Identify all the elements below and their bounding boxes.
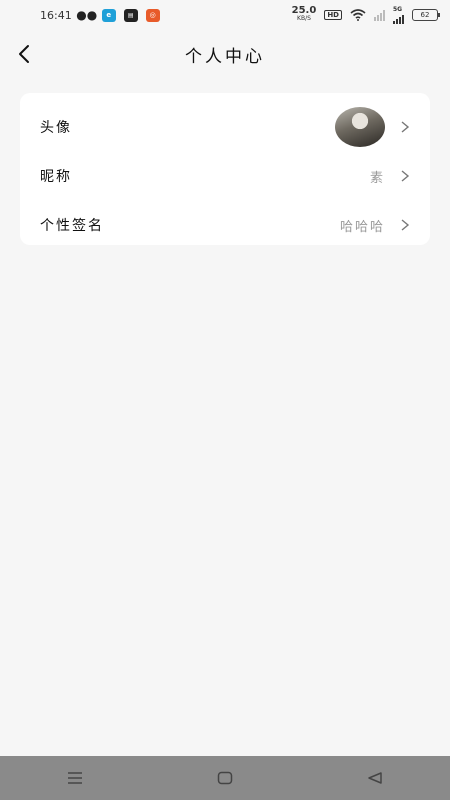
profile-card: 头像 昵称 素 个性签名 哈哈哈 bbox=[20, 93, 430, 245]
nickname-value: 素 bbox=[369, 170, 385, 186]
signature-label: 个性签名 bbox=[40, 218, 104, 234]
status-right: 25.0 KB/S HD 5G 62 bbox=[291, 5, 440, 24]
menu-icon bbox=[68, 772, 82, 784]
back-nav-button[interactable] bbox=[355, 763, 395, 793]
wechat-icon: ●● bbox=[76, 8, 98, 22]
nickname-label: 昵称 bbox=[40, 169, 72, 185]
battery-level: 62 bbox=[420, 11, 430, 19]
nickname-row[interactable]: 昵称 素 bbox=[20, 152, 430, 200]
status-left: 16:41 ●● e ▤ ◎ bbox=[40, 8, 160, 22]
status-bar: 16:41 ●● e ▤ ◎ 25.0 KB/S HD 5G 62 bbox=[0, 0, 450, 30]
chevron-right-icon bbox=[401, 121, 410, 133]
signature-value: 哈哈哈 bbox=[339, 219, 385, 235]
news-app-icon: ▤ bbox=[123, 8, 138, 22]
avatar-row[interactable]: 头像 bbox=[20, 103, 430, 151]
avatar bbox=[335, 107, 385, 147]
hd-badge: HD bbox=[324, 10, 342, 20]
app-header: 个人中心 bbox=[0, 32, 450, 76]
chevron-right-icon bbox=[401, 170, 410, 182]
signal-bars-2-icon bbox=[393, 13, 404, 24]
signal-5g-label: 5G bbox=[393, 6, 403, 13]
network-speed-unit: KB/S bbox=[297, 15, 311, 22]
network-speed: 25.0 KB/S bbox=[291, 5, 317, 23]
signal-bars-1-icon bbox=[374, 9, 385, 21]
home-square-icon bbox=[217, 771, 233, 785]
orange-app-icon: ◎ bbox=[145, 8, 160, 22]
network-speed-value: 25.0 bbox=[291, 5, 317, 16]
signal-5g: 5G bbox=[393, 6, 404, 24]
battery-icon: 62 bbox=[412, 9, 440, 21]
menu-button[interactable] bbox=[55, 763, 95, 793]
status-time: 16:41 bbox=[40, 8, 72, 22]
chevron-right-icon bbox=[401, 219, 410, 231]
home-button[interactable] bbox=[205, 763, 245, 793]
signature-row[interactable]: 个性签名 哈哈哈 bbox=[20, 201, 430, 249]
page-title: 个人中心 bbox=[185, 47, 265, 67]
system-nav-bar bbox=[0, 756, 450, 800]
avatar-label: 头像 bbox=[40, 120, 72, 136]
browser-icon: e bbox=[101, 8, 116, 22]
back-triangle-icon bbox=[368, 772, 382, 784]
wifi-icon bbox=[350, 9, 366, 21]
